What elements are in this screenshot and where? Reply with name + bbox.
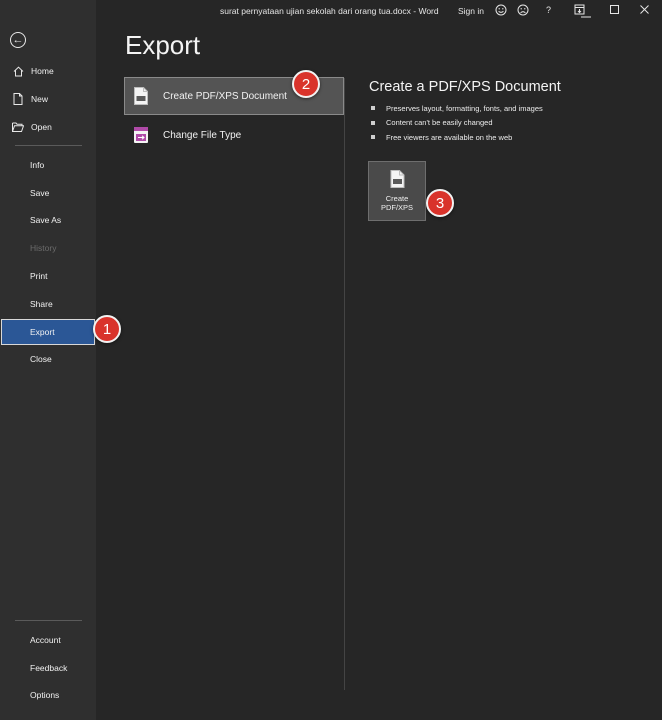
sidebar-item-label: Save	[30, 188, 50, 198]
sidebar-item-label: Home	[31, 66, 54, 76]
sidebar-item-label: Share	[30, 299, 53, 309]
sidebar-item-export[interactable]: Export	[1, 319, 95, 345]
sidebar-item-label: Feedback	[30, 663, 68, 673]
list-item-text: Preserves layout, formatting, fonts, and…	[386, 103, 543, 113]
pdf-document-icon	[133, 87, 149, 105]
maximize-icon[interactable]	[610, 5, 619, 17]
sidebar-divider	[15, 620, 82, 621]
sidebar-item-close[interactable]: Close	[0, 347, 96, 371]
list-item: Content can't be easily changed	[371, 116, 543, 131]
sidebar-item-info[interactable]: Info	[0, 153, 96, 177]
sidebar-divider	[15, 145, 82, 146]
folder-open-icon	[12, 121, 24, 133]
sidebar-item-label: New	[31, 94, 49, 104]
sidebar-item-label: Open	[31, 122, 52, 132]
list-item-text: Free viewers are available on the web	[386, 132, 513, 142]
sidebar-item-account[interactable]: Account	[0, 628, 96, 652]
create-pdf-xps-label: Create PDF/XPS Document	[163, 90, 287, 102]
help-icon[interactable]: ?	[546, 5, 551, 15]
create-pdf-xps-button[interactable]: Create PDF/XPS	[368, 161, 426, 221]
backstage-sidebar: ← Home New Open Info Save Save As Histor…	[0, 0, 96, 720]
change-file-type-label: Change File Type	[163, 129, 242, 141]
callout-badge-3: 3	[426, 189, 454, 217]
feature-list: Preserves layout, formatting, fonts, and…	[371, 101, 543, 145]
sidebar-item-label: Options	[30, 690, 60, 700]
panel-divider	[344, 78, 345, 690]
sidebar-item-options[interactable]: Options	[0, 683, 96, 707]
list-item: Preserves layout, formatting, fonts, and…	[371, 101, 543, 116]
minimize-bar-icon[interactable]	[581, 9, 591, 21]
sidebar-item-label: Save As	[30, 215, 62, 225]
sidebar-item-share[interactable]: Share	[0, 292, 96, 316]
sidebar-item-home[interactable]: Home	[0, 59, 96, 83]
document-title: surat pernyataan ujian sekolah dari oran…	[220, 6, 439, 16]
callout-badge-1: 1	[93, 315, 121, 343]
sidebar-item-print[interactable]: Print	[0, 264, 96, 288]
sidebar-item-feedback[interactable]: Feedback	[0, 656, 96, 680]
smile-feedback-icon[interactable]	[495, 4, 507, 19]
pdf-document-icon	[390, 170, 405, 190]
title-bar: surat pernyataan ujian sekolah dari oran…	[96, 0, 662, 22]
list-item: Free viewers are available on the web	[371, 130, 543, 145]
sidebar-item-label: Print	[30, 271, 48, 281]
create-pdf-xps-button-line2: PDF/XPS	[380, 203, 414, 212]
change-file-type-option[interactable]: Change File Type	[125, 117, 343, 153]
sidebar-item-label: Account	[30, 635, 61, 645]
sidebar-item-save-as[interactable]: Save As	[0, 208, 96, 232]
sidebar-item-save[interactable]: Save	[0, 181, 96, 205]
back-arrow-icon[interactable]: ←	[10, 32, 26, 48]
frown-feedback-icon[interactable]	[517, 4, 529, 19]
sidebar-item-label: History	[30, 243, 57, 253]
page-title: Export	[125, 30, 201, 60]
sidebar-item-new[interactable]: New	[0, 87, 96, 111]
bullet-icon	[371, 106, 375, 111]
callout-badge-2: 2	[292, 70, 320, 98]
sign-in-link[interactable]: Sign in	[458, 6, 484, 16]
change-file-type-icon	[133, 126, 149, 144]
sidebar-item-label: Close	[30, 354, 52, 364]
list-item-text: Content can't be easily changed	[386, 118, 493, 128]
create-pdf-xps-button-line1: Create	[385, 194, 409, 203]
sidebar-item-label: Info	[30, 160, 45, 170]
sidebar-item-history: History	[0, 236, 96, 260]
sidebar-item-open[interactable]: Open	[0, 115, 96, 139]
new-document-icon	[12, 93, 24, 105]
bullet-icon	[371, 135, 375, 140]
bullet-icon	[371, 120, 375, 125]
home-icon	[12, 65, 24, 77]
sidebar-item-label: Export	[30, 327, 55, 337]
close-window-icon[interactable]	[640, 5, 649, 17]
panel-title: Create a PDF/XPS Document	[369, 79, 561, 95]
